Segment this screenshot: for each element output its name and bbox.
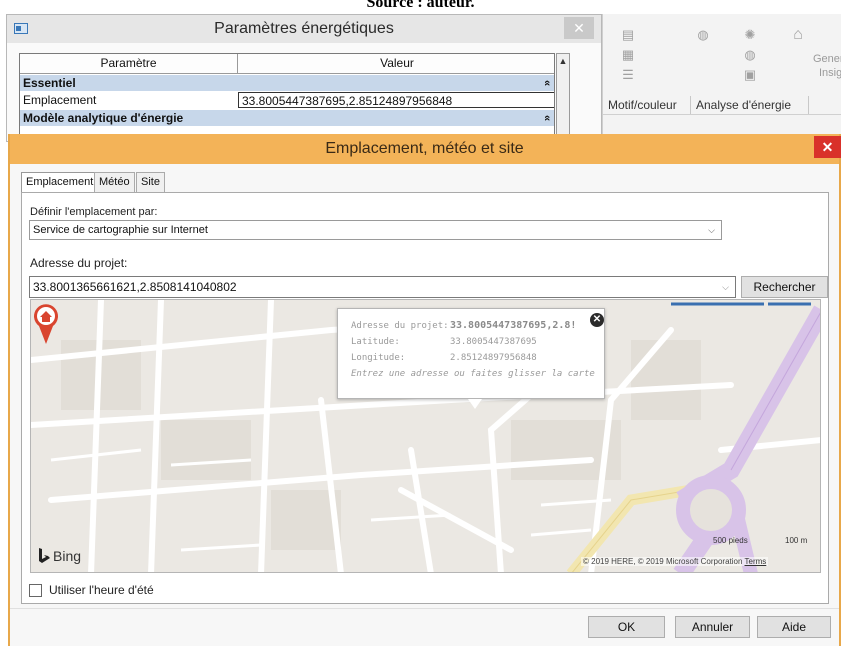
dst-checkbox[interactable] xyxy=(29,584,42,597)
ribbon-globe-icon[interactable]: ◍ xyxy=(696,28,710,42)
group-row-essentiel[interactable]: Essentiel « xyxy=(20,75,554,91)
column-header-value[interactable]: Valeur xyxy=(238,54,554,73)
ribbon-bottom-border xyxy=(603,114,841,115)
figure-caption: Source : auteur. xyxy=(366,0,475,11)
help-button[interactable]: Aide xyxy=(757,616,831,638)
map-attribution: © 2019 HERE, © 2019 Microsoft Corporatio… xyxy=(581,557,769,566)
ribbon-tool-icon[interactable]: ▦ xyxy=(621,48,635,62)
define-location-value: Service de cartographie sur Internet xyxy=(33,224,208,236)
map-view[interactable]: ✕ Adresse du projet: 33.8005447387695,2.… xyxy=(30,299,821,573)
column-header-parameter[interactable]: Paramètre xyxy=(20,54,238,73)
ribbon-tool-icon[interactable]: ▤ xyxy=(621,28,635,42)
define-location-label: Définir l'emplacement par: xyxy=(30,206,158,218)
popup-address-value: 33.8005447387695,2.8! xyxy=(450,320,577,331)
project-address-label: Adresse du projet: xyxy=(30,256,128,270)
energy-settings-titlebar: Paramètres énergétiques ✕ xyxy=(7,15,601,43)
map-copyright: © 2019 HERE, © 2019 Microsoft Corporatio… xyxy=(583,557,743,566)
ribbon-generate-icon[interactable]: ⌂ xyxy=(791,27,805,43)
param-value-field[interactable]: 33.8005447387695,2.85124897956848 xyxy=(238,92,554,108)
bing-label: Bing xyxy=(53,548,82,564)
location-dialog-titlebar[interactable]: Emplacement, météo et site ✕ xyxy=(10,134,841,164)
energy-table-header: Paramètre Valeur xyxy=(20,54,554,74)
screenshot-root: Source : auteur. Paramètres énergétiques… xyxy=(0,0,841,646)
project-address-value: 33.8001365661621,2.8508141040802 xyxy=(33,280,237,294)
param-name: Emplacement xyxy=(23,93,97,107)
tab-emplacement[interactable]: Emplacement xyxy=(21,172,99,193)
cancel-button[interactable]: Annuler xyxy=(675,616,750,638)
map-scale-bar xyxy=(671,302,811,306)
location-dialog-title: Emplacement, météo et site xyxy=(325,140,524,157)
chevron-down-icon[interactable]: ⌵ xyxy=(722,277,729,297)
energy-settings-table: Paramètre Valeur Essentiel « Emplacement… xyxy=(19,53,555,143)
scale-feet-label: 500 pieds xyxy=(713,536,748,545)
group-label: Essentiel xyxy=(23,76,76,90)
ribbon-panel: ▤ ▦ ☰ ◍ ✺ ◍ ▣ ⌂ Gener Insig Motif/couleu… xyxy=(602,14,841,142)
ribbon-generate-label[interactable]: Gener xyxy=(813,52,841,66)
close-icon[interactable]: ✕ xyxy=(590,313,604,327)
location-pin-icon[interactable] xyxy=(31,300,61,346)
ribbon-separator xyxy=(808,96,809,114)
energy-settings-window: Paramètres énergétiques ✕ Paramètre Vale… xyxy=(6,14,602,143)
popup-longitude-key: Longitude: xyxy=(351,353,406,363)
dst-label[interactable]: Utiliser l'heure d'été xyxy=(49,583,154,597)
chevron-down-icon: ⌵ xyxy=(708,225,715,235)
group-row-modele-analytique[interactable]: Modèle analytique d'énergie « xyxy=(20,110,554,126)
ok-button[interactable]: OK xyxy=(588,616,665,638)
project-address-input[interactable]: 33.8001365661621,2.8508141040802 ⌵ xyxy=(29,276,736,298)
location-dialog: Emplacement, météo et site ✕ Emplacement… xyxy=(8,134,841,646)
bing-icon xyxy=(39,548,50,563)
scroll-up-icon[interactable]: ▲ xyxy=(559,56,568,66)
location-dialog-close-button[interactable]: ✕ xyxy=(814,136,841,158)
popup-longitude-value: 2.85124897956848 xyxy=(450,353,537,363)
tab-meteo[interactable]: Météo xyxy=(94,172,135,192)
popup-hint-text: Entrez une adresse ou faites glisser la … xyxy=(351,369,599,379)
scale-meters-label: 100 m xyxy=(785,536,808,545)
energy-table-scrollbar[interactable]: ▲ xyxy=(556,53,570,143)
footer-separator xyxy=(10,608,839,609)
ribbon-group-label-motif: Motif/couleur xyxy=(608,98,677,112)
ribbon-list-icon[interactable]: ☰ xyxy=(621,68,635,82)
collapse-chevron-icon[interactable]: « xyxy=(539,115,554,121)
popup-latitude-value: 33.8005447387695 xyxy=(450,337,537,347)
popup-address-key: Adresse du projet: xyxy=(351,321,449,331)
energy-settings-title: Paramètres énergétiques xyxy=(214,20,394,37)
tab-site[interactable]: Site xyxy=(136,172,165,192)
ribbon-globe-icon[interactable]: ◍ xyxy=(743,48,757,62)
energy-settings-close-button[interactable]: ✕ xyxy=(564,17,594,39)
popup-pointer xyxy=(468,399,482,409)
ribbon-group-label-analyse: Analyse d'énergie xyxy=(696,98,792,112)
define-location-select[interactable]: Service de cartographie sur Internet ⌵ xyxy=(29,220,722,240)
ribbon-calendar-icon[interactable]: ▣ xyxy=(743,68,757,82)
ribbon-separator xyxy=(690,96,691,114)
param-row-emplacement[interactable]: Emplacement 33.8005447387695,2.851248979… xyxy=(20,92,554,108)
popup-latitude-key: Latitude: xyxy=(351,337,400,347)
ribbon-sun-icon[interactable]: ✺ xyxy=(743,28,757,42)
map-info-popup: ✕ Adresse du projet: 33.8005447387695,2.… xyxy=(337,308,605,399)
search-button[interactable]: Rechercher xyxy=(741,276,828,298)
ribbon-insight-label[interactable]: Insig xyxy=(819,66,841,80)
terms-link[interactable]: Terms xyxy=(745,557,767,566)
collapse-chevron-icon[interactable]: « xyxy=(539,80,554,86)
group-label: Modèle analytique d'énergie xyxy=(23,111,184,125)
